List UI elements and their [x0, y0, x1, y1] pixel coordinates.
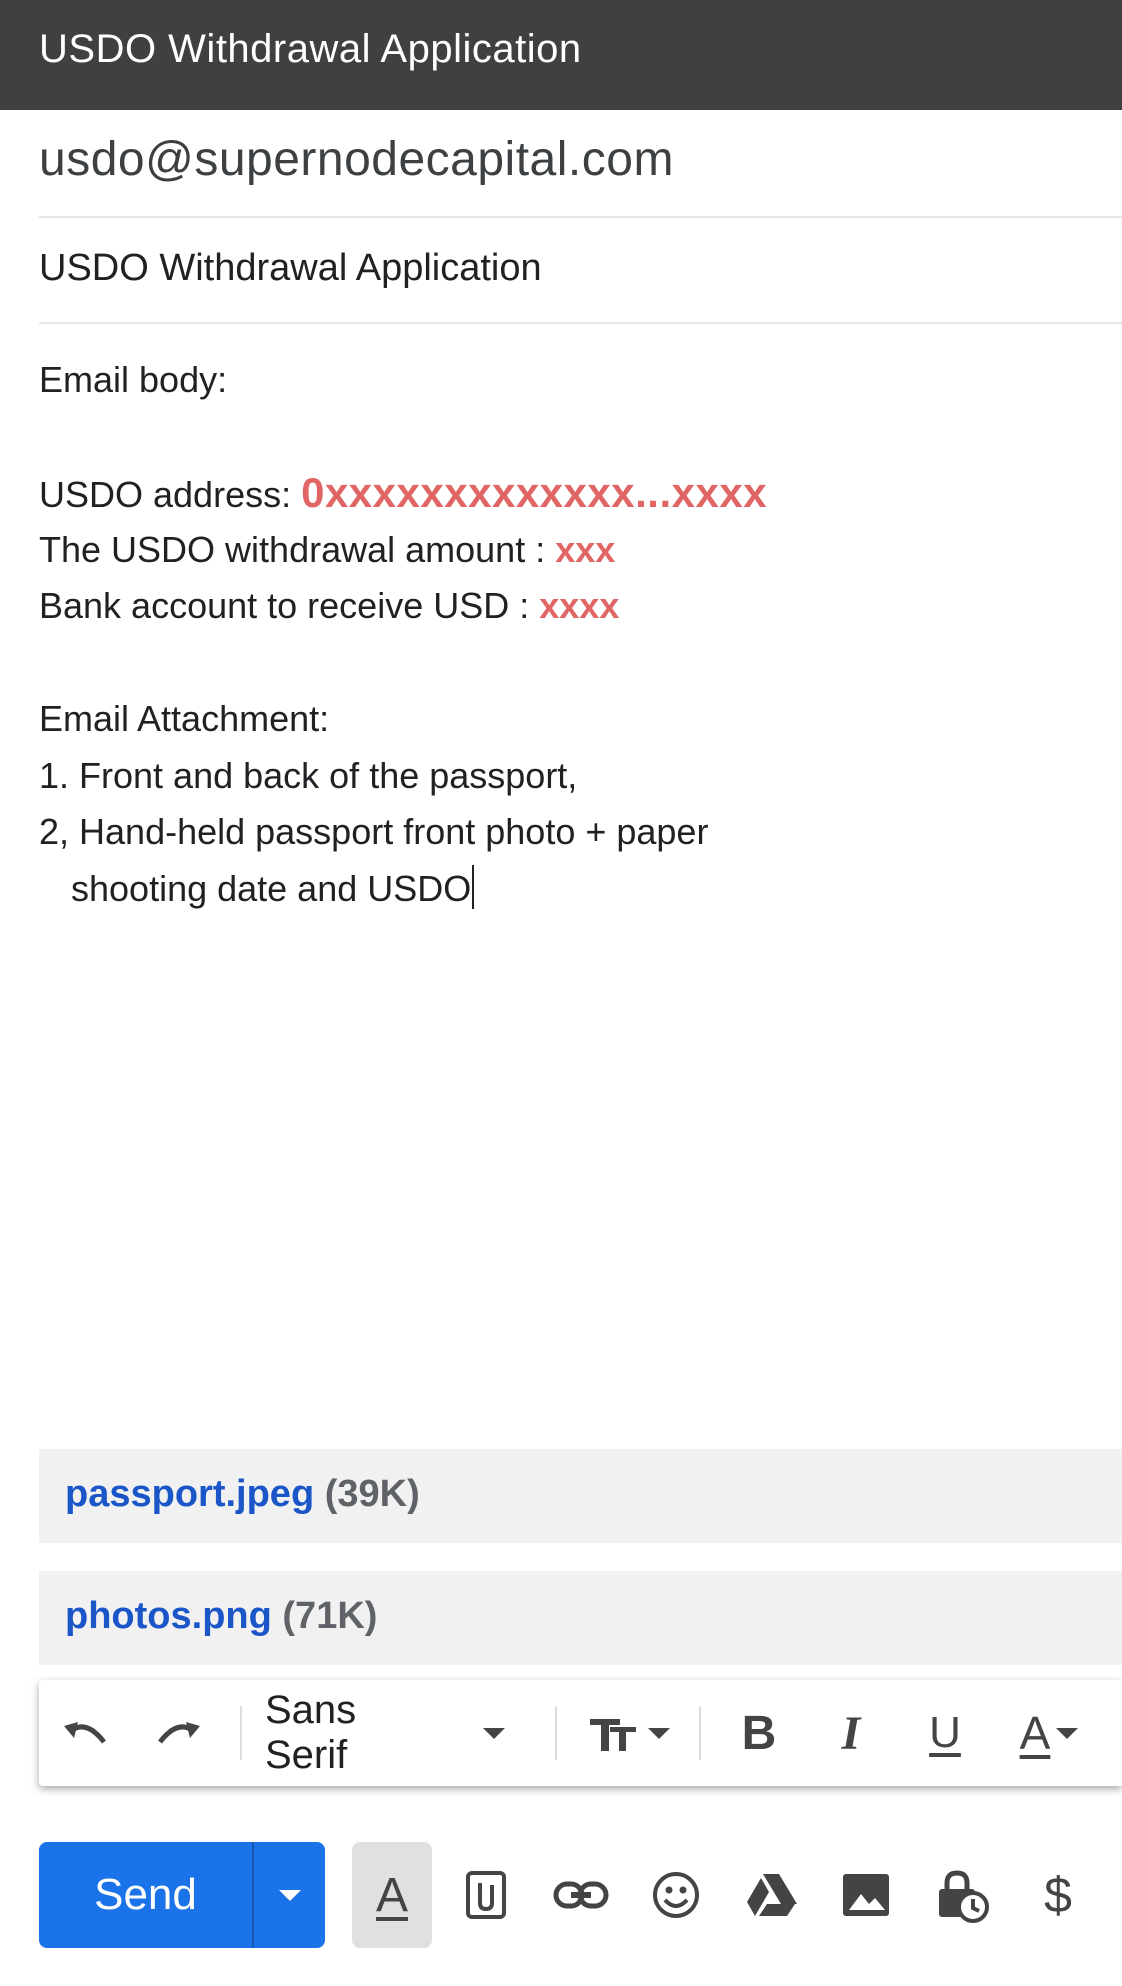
attachment-chip[interactable]: photos.png (71K)	[39, 1571, 1122, 1665]
formatting-icon[interactable]: A	[352, 1842, 432, 1948]
window-title: USDO Withdrawal Application	[39, 27, 582, 71]
amount-line: The USDO withdrawal amount : xxx	[39, 522, 1079, 579]
subject-field[interactable]: USDO Withdrawal Application	[39, 216, 1122, 324]
bank-line: Bank account to receive USD : xxxx	[39, 578, 1079, 635]
address-value: 0xxxxxxxxxxxxx...xxxx	[301, 469, 768, 516]
formatting-toolbar: Sans Serif B I U A	[39, 1680, 1122, 1786]
send-label[interactable]: Send	[39, 1842, 252, 1948]
photo-icon[interactable]	[826, 1842, 906, 1948]
confidential-icon[interactable]	[921, 1842, 1001, 1948]
window-titlebar: USDO Withdrawal Application	[0, 0, 1122, 110]
compose-actions: Send A $	[0, 1820, 1122, 1948]
to-recipient[interactable]: usdo@supernodecapital.com	[39, 132, 674, 187]
subject-text[interactable]: USDO Withdrawal Application	[39, 247, 542, 290]
toolbar-divider	[240, 1706, 242, 1760]
bank-value: xxxx	[539, 585, 620, 626]
font-size-icon[interactable]	[579, 1680, 679, 1786]
text-color-icon[interactable]: A	[999, 1680, 1099, 1786]
toolbar-divider	[555, 1706, 557, 1760]
bold-icon[interactable]: B	[719, 1680, 799, 1786]
attachment-name[interactable]: photos.png	[65, 1595, 272, 1637]
money-icon[interactable]: $	[1018, 1842, 1098, 1948]
to-field[interactable]: usdo@supernodecapital.com	[39, 110, 1122, 218]
attachment-item-1: 1. Front and back of the passport,	[39, 754, 578, 796]
attach-icon[interactable]	[446, 1842, 526, 1948]
attachment-size: (39K)	[324, 1473, 420, 1515]
attachment-name[interactable]: passport.jpeg	[65, 1473, 314, 1515]
font-family-label: Sans Serif	[265, 1688, 357, 1777]
emoji-icon[interactable]	[636, 1842, 716, 1948]
item-2-text: shooting date and USDO	[71, 867, 472, 909]
redo-icon[interactable]	[147, 1680, 207, 1786]
address-line: USDO address: 0xxxxxxxxxxxxx...xxxx	[39, 465, 1079, 522]
chevron-down-icon	[278, 1889, 301, 1901]
amount-label: The USDO withdrawal amount :	[39, 528, 556, 570]
undo-icon[interactable]	[57, 1680, 117, 1786]
chevron-down-icon	[1056, 1727, 1079, 1739]
message-body[interactable]: Email body: USDO address: 0xxxxxxxxxxxxx…	[39, 352, 1079, 917]
schedule-send-dropdown[interactable]	[254, 1842, 325, 1948]
attachment-heading: Email Attachment:	[39, 698, 330, 739]
link-icon[interactable]	[541, 1842, 621, 1948]
attachment-item-2: 2, Hand-held passport front photo + pape…	[39, 811, 709, 852]
body-heading: Email body:	[39, 359, 228, 400]
underline-icon[interactable]: U	[905, 1680, 985, 1786]
attachment-item-2-continued: shooting date and USDO	[39, 861, 1079, 918]
drive-icon[interactable]	[731, 1842, 811, 1948]
amount-value: xxx	[555, 528, 616, 570]
chevron-down-icon	[483, 1727, 505, 1739]
attachment-size: (71K)	[282, 1595, 378, 1637]
italic-icon[interactable]: I	[811, 1680, 891, 1786]
font-family-select[interactable]: Sans Serif	[265, 1680, 505, 1786]
toolbar-divider	[699, 1706, 701, 1760]
send-button[interactable]: Send	[39, 1842, 325, 1948]
bank-label: Bank account to receive USD :	[39, 585, 540, 626]
chevron-down-icon	[648, 1727, 670, 1739]
attachment-chip[interactable]: passport.jpeg (39K)	[39, 1449, 1122, 1543]
address-label: USDO address:	[39, 474, 302, 515]
text-cursor	[472, 864, 475, 909]
